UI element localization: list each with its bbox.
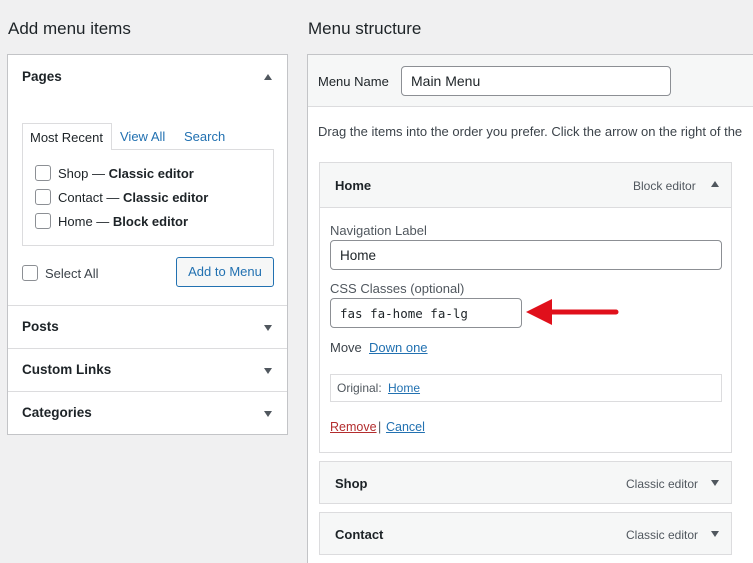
add-menu-items-heading: Add menu items [8,19,131,38]
move-down-one-link[interactable]: Down one [369,340,428,355]
instructions-text: Drag the items into the order you prefer… [318,124,743,139]
page-sep: — [88,166,109,181]
menu-item-title: Contact [335,527,384,542]
expand-arrow-icon[interactable] [711,480,719,486]
menu-name-value: Main Menu [411,73,481,89]
page-title: Shop [58,166,89,181]
remove-link[interactable]: Remove [330,420,377,434]
tab-search[interactable]: Search [184,129,225,144]
collapse-arrow-icon[interactable] [264,74,272,80]
action-divider: | [378,420,382,434]
collapse-arrow-icon[interactable] [711,181,719,187]
page-editor: Classic editor [123,190,209,205]
page-editor: Block editor [112,214,189,229]
menu-item-shop[interactable]: Shop Classic editor [319,461,732,504]
page-item-label: Contact — Classic editor [58,190,208,205]
menu-item-type: Classic editor [626,528,699,542]
page-sep: — [92,214,113,229]
page-item-label: Shop — Classic editor [58,166,194,181]
menu-name-input[interactable]: Main Menu [401,66,671,96]
page-item-label: Home — Block editor [58,214,188,229]
page-checkbox[interactable] [35,165,51,181]
add-menu-items-panel: Pages Most Recent View All Search Shop —… [7,54,288,435]
section-title: Posts [22,319,59,334]
page-title: Contact [58,190,103,205]
page-editor: Classic editor [108,166,194,181]
select-all-checkbox[interactable] [22,265,38,281]
categories-section-header[interactable]: Categories [8,391,287,434]
menu-structure-heading: Menu structure [308,19,422,38]
select-all-label: Select All [45,266,99,281]
add-to-menu-button[interactable]: Add to Menu [176,257,274,287]
css-classes-label: CSS Classes (optional) [330,281,465,296]
menu-item-type: Block editor [633,179,696,193]
expand-arrow-icon[interactable] [264,411,272,417]
section-title: Custom Links [22,362,112,377]
menu-item-home-bar[interactable]: Home Block editor [320,163,731,208]
menu-item-contact[interactable]: Contact Classic editor [319,512,732,555]
expand-arrow-icon[interactable] [711,531,719,537]
tab-most-recent-label: Most Recent [30,130,103,145]
page-sep: — [102,190,124,205]
custom-links-section-header[interactable]: Custom Links [8,348,287,391]
tab-view-all[interactable]: View All [120,129,165,144]
pages-section-header[interactable]: Pages [8,55,287,99]
section-title: Categories [22,405,92,420]
pages-section-title: Pages [22,69,62,84]
tab-most-recent[interactable]: Most Recent [22,123,112,150]
red-arrow-annotation [526,299,619,325]
navigation-label-value: Home [340,248,377,263]
page-checkbox[interactable] [35,213,51,229]
move-label: Move [330,340,362,355]
menu-name-bar: Menu Name Main Menu [308,55,753,107]
original-label: Original: [337,381,382,395]
menu-name-label: Menu Name [318,74,389,89]
original-box: Original: Home [330,374,722,402]
menu-item-title: Home [335,178,372,193]
css-classes-value: fas fa-home fa-lg [340,306,468,321]
menu-item-title: Shop [335,476,368,491]
page-title: Home [58,214,93,229]
css-classes-input[interactable]: fas fa-home fa-lg [330,298,522,328]
expand-arrow-icon[interactable] [264,325,272,331]
original-link[interactable]: Home [388,381,420,395]
cancel-link[interactable]: Cancel [386,420,425,434]
pages-list-box: Shop — Classic editor Contact — Classic … [22,149,274,246]
page-checkbox[interactable] [35,189,51,205]
posts-section-header[interactable]: Posts [8,305,287,348]
navigation-label-label: Navigation Label [330,223,427,238]
navigation-label-input[interactable]: Home [330,240,722,270]
menu-item-type: Classic editor [626,477,699,491]
expand-arrow-icon[interactable] [264,368,272,374]
